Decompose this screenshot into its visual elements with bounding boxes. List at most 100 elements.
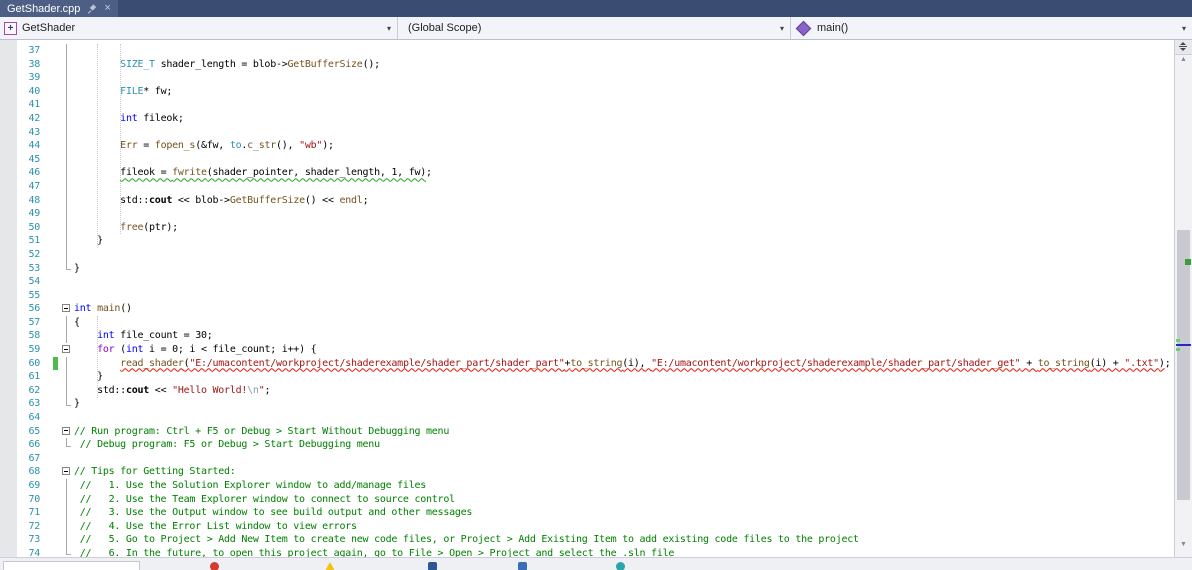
code-line[interactable]: 74 // 6. In the future, to open this pro…: [17, 546, 1174, 557]
chevron-down-icon[interactable]: ▾: [387, 24, 393, 33]
breakpoint-margin[interactable]: [0, 40, 17, 557]
code-line[interactable]: 44 Err = fopen_s(&fw, to.c_str(), "wb");: [17, 139, 1174, 153]
code-line[interactable]: 64: [17, 411, 1174, 425]
code-editor[interactable]: 37 38 SIZE_T shader_length = blob->GetBuf…: [0, 40, 1192, 557]
line-number[interactable]: 40: [17, 85, 50, 99]
code-line[interactable]: 69 // 1. Use the Solution Explorer windo…: [17, 479, 1174, 493]
code-line[interactable]: 50 free(ptr);: [17, 220, 1174, 235]
code-line[interactable]: 40 FILE* fw;: [17, 84, 1174, 99]
code-line[interactable]: 72 // 4. Use the Error List window to vi…: [17, 519, 1174, 534]
code-line[interactable]: 62 std::cout << "Hello World!\n";: [17, 383, 1174, 398]
line-number[interactable]: 53: [17, 262, 50, 276]
code-line[interactable]: 52: [17, 247, 1174, 262]
member-dropdown[interactable]: main() ▾: [791, 17, 1192, 39]
line-number[interactable]: 74: [17, 547, 50, 557]
code-line[interactable]: 71 // 3. Use the Output window to see bu…: [17, 506, 1174, 520]
code-line[interactable]: 38 SIZE_T shader_length = blob->GetBuffe…: [17, 57, 1174, 72]
scroll-up-icon[interactable]: ▲: [1175, 56, 1192, 63]
code-line[interactable]: 70 // 2. Use the Team Explorer window to…: [17, 492, 1174, 507]
code-line[interactable]: 42 int fileok;: [17, 111, 1174, 126]
line-number[interactable]: 58: [17, 329, 50, 343]
code-line[interactable]: 49: [17, 207, 1174, 221]
tab-getshader-cpp[interactable]: GetShader.cpp ×: [0, 0, 118, 17]
fold-toggle-icon[interactable]: [60, 302, 74, 316]
line-number[interactable]: 41: [17, 98, 50, 112]
line-number[interactable]: 66: [17, 438, 50, 452]
line-number[interactable]: 44: [17, 139, 50, 153]
code-line[interactable]: 48 std::cout << blob->GetBufferSize() <<…: [17, 193, 1174, 208]
code-line[interactable]: 45: [17, 152, 1174, 167]
code-line[interactable]: 57 {: [17, 315, 1174, 330]
line-number[interactable]: 59: [17, 343, 50, 357]
code-line[interactable]: 58 int file_count = 30;: [17, 329, 1174, 343]
line-number[interactable]: 45: [17, 153, 50, 167]
code-line[interactable]: 61 }: [17, 370, 1174, 384]
code-line[interactable]: 53}: [17, 261, 1174, 276]
code-line[interactable]: 54: [17, 275, 1174, 289]
message-icon[interactable]: [518, 562, 527, 570]
line-number[interactable]: 56: [17, 302, 50, 316]
code-line[interactable]: 56 int main(): [17, 302, 1174, 316]
line-number[interactable]: 37: [17, 44, 50, 58]
scope-dropdown[interactable]: (Global Scope) ▾: [398, 17, 791, 39]
line-number[interactable]: 64: [17, 411, 50, 425]
chevron-down-icon[interactable]: ▾: [1182, 24, 1188, 33]
code-line[interactable]: 55: [17, 289, 1174, 303]
scrollbar-thumb[interactable]: [1177, 230, 1190, 500]
line-number[interactable]: 67: [17, 452, 50, 466]
fold-toggle-icon[interactable]: [60, 465, 74, 479]
warning-icon[interactable]: [325, 562, 335, 570]
code-line[interactable]: 39: [17, 71, 1174, 85]
scroll-down-icon[interactable]: ▼: [1175, 541, 1192, 548]
error-icon[interactable]: [210, 562, 219, 570]
line-number[interactable]: 54: [17, 275, 50, 289]
line-number[interactable]: 63: [17, 397, 50, 411]
line-number[interactable]: 47: [17, 180, 50, 194]
code-line[interactable]: 47: [17, 179, 1174, 194]
code-line[interactable]: 41: [17, 98, 1174, 112]
code-line[interactable]: 73 // 5. Go to Project > Add New Item to…: [17, 533, 1174, 547]
code-line[interactable]: 68 // Tips for Getting Started:: [17, 465, 1174, 479]
code-line[interactable]: 59 for (int i = 0; i < file_count; i++) …: [17, 343, 1174, 357]
line-number[interactable]: 50: [17, 221, 50, 235]
pin-icon[interactable]: [87, 3, 97, 14]
code-line[interactable]: 60 read_shader("E:/umacontent/workprojec…: [17, 356, 1174, 371]
code-line[interactable]: 67: [17, 452, 1174, 466]
refresh-icon[interactable]: [616, 562, 625, 570]
line-number[interactable]: 62: [17, 384, 50, 398]
line-number[interactable]: 73: [17, 533, 50, 547]
line-number[interactable]: 60: [17, 357, 50, 371]
line-number[interactable]: 42: [17, 112, 50, 126]
code-line[interactable]: 63}: [17, 397, 1174, 411]
line-number[interactable]: 46: [17, 166, 50, 180]
code-line[interactable]: 43: [17, 125, 1174, 140]
split-window-button[interactable]: [1175, 40, 1192, 55]
code-line[interactable]: 66 // Debug program: F5 or Debug > Start…: [17, 438, 1174, 452]
code-line[interactable]: 51 }: [17, 234, 1174, 248]
fold-toggle-icon[interactable]: [60, 343, 74, 357]
line-number[interactable]: 48: [17, 194, 50, 208]
line-number[interactable]: 57: [17, 316, 50, 330]
vertical-scrollbar[interactable]: ▲ ▼: [1174, 40, 1192, 557]
message-icon[interactable]: [428, 562, 437, 570]
line-number[interactable]: 65: [17, 425, 50, 439]
line-number[interactable]: 71: [17, 506, 50, 520]
line-number[interactable]: 61: [17, 370, 50, 384]
code-line[interactable]: 37: [17, 44, 1174, 58]
line-number[interactable]: 49: [17, 207, 50, 221]
chevron-down-icon[interactable]: ▾: [780, 24, 786, 33]
errorlist-filter-box[interactable]: [3, 561, 140, 570]
line-number[interactable]: 51: [17, 234, 50, 248]
close-icon[interactable]: ×: [104, 3, 110, 14]
line-number[interactable]: 55: [17, 289, 50, 303]
code-line[interactable]: 46 fileok = fwrite(shader_pointer, shade…: [17, 166, 1174, 180]
line-number[interactable]: 39: [17, 71, 50, 85]
code-line[interactable]: 65 // Run program: Ctrl + F5 or Debug > S…: [17, 425, 1174, 439]
line-number[interactable]: 70: [17, 493, 50, 507]
line-number[interactable]: 68: [17, 465, 50, 479]
line-number[interactable]: 52: [17, 248, 50, 262]
line-number[interactable]: 43: [17, 126, 50, 140]
project-dropdown[interactable]: + GetShader ▾: [0, 17, 398, 39]
fold-toggle-icon[interactable]: [60, 425, 74, 439]
line-number[interactable]: 38: [17, 58, 50, 72]
